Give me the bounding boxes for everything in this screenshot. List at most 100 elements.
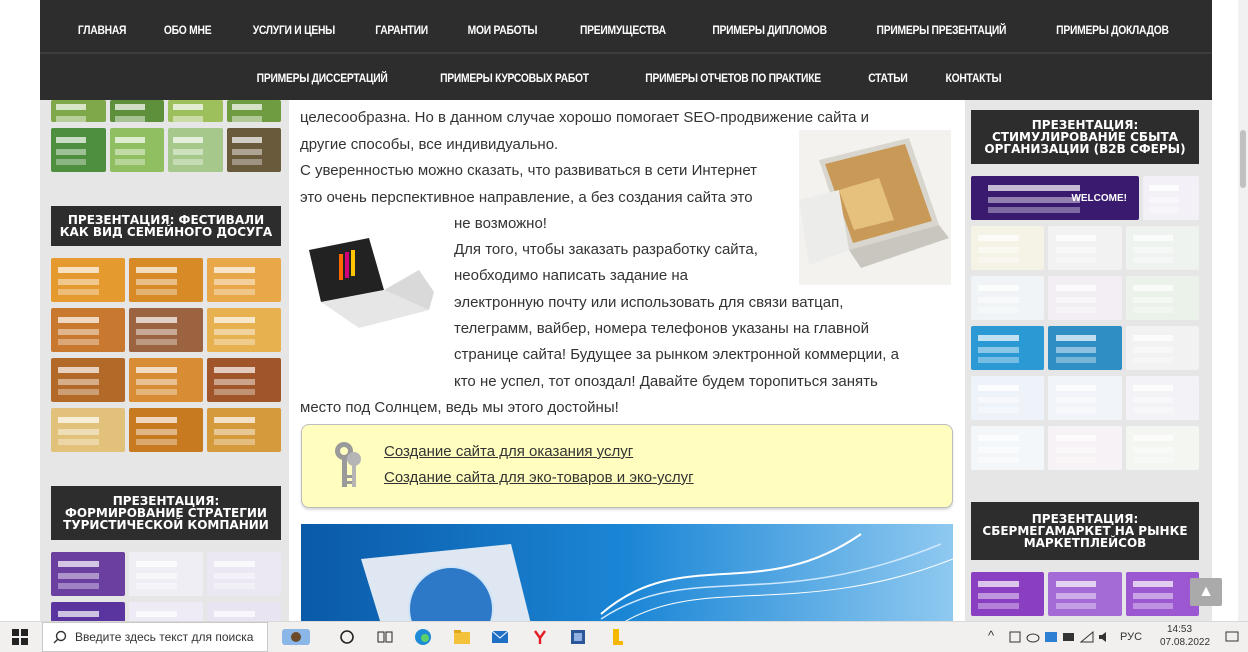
presentation-thumbnail[interactable] bbox=[226, 100, 281, 122]
presentation-thumbnail[interactable] bbox=[1048, 572, 1122, 616]
presentation-thumbnail[interactable] bbox=[109, 100, 164, 122]
presentation-thumbnail[interactable] bbox=[971, 226, 1045, 270]
nav-item-about[interactable]: ОБО МНЕ bbox=[151, 8, 224, 52]
tray-chevron-icon[interactable]: ^ bbox=[988, 628, 994, 643]
presentation-thumbnail[interactable] bbox=[129, 258, 203, 302]
search-placeholder: Введите здесь текст для поиска bbox=[75, 630, 254, 644]
presentation-thumbnail[interactable] bbox=[207, 602, 281, 621]
nav-item-practice-reports[interactable]: ПРИМЕРЫ ОТЧЕТОВ ПО ПРАКТИКЕ bbox=[633, 56, 834, 100]
presentation-thumbnail[interactable] bbox=[207, 258, 281, 302]
presentation-thumbnail[interactable] bbox=[971, 276, 1045, 320]
nav-item-diplomas[interactable]: ПРИМЕРЫ ДИПЛОМОВ bbox=[700, 8, 840, 52]
windows-logo-icon bbox=[12, 629, 28, 645]
presentation-thumbnail[interactable] bbox=[971, 376, 1045, 420]
clock-date[interactable]: 07.08.2022 bbox=[1160, 637, 1210, 648]
presentation-thumbnail[interactable] bbox=[51, 408, 125, 452]
presentation-thumbnail[interactable] bbox=[207, 358, 281, 402]
yandex-browser-icon[interactable] bbox=[530, 627, 550, 647]
presentation-thumbnail[interactable] bbox=[129, 602, 203, 621]
battery-icon[interactable] bbox=[1059, 627, 1079, 647]
nav-item-works[interactable]: МОИ РАБОТЫ bbox=[455, 8, 550, 52]
nav-item-services[interactable]: УСЛУГИ И ЦЕНЫ bbox=[239, 8, 347, 52]
presentation-thumbnail[interactable] bbox=[51, 258, 125, 302]
presentation-thumbnail[interactable] bbox=[129, 358, 203, 402]
presentation-thumbnail[interactable] bbox=[1125, 226, 1199, 270]
file-explorer-icon[interactable] bbox=[452, 627, 472, 647]
presentation-thumbnail[interactable] bbox=[971, 326, 1045, 370]
thumb-row: WELCOME! bbox=[971, 176, 1199, 220]
presentation-thumbnail[interactable] bbox=[226, 128, 281, 172]
scroll-to-top-button[interactable]: ▲ bbox=[1190, 578, 1222, 606]
presentation-thumbnail[interactable] bbox=[129, 408, 203, 452]
nav-item-contacts[interactable]: КОНТАКТЫ bbox=[933, 56, 1015, 100]
page-margin-left bbox=[0, 0, 40, 621]
language-indicator[interactable]: РУС bbox=[1120, 631, 1142, 643]
link-create-site-eco[interactable]: Создание сайта для эко-товаров и эко-усл… bbox=[384, 469, 694, 486]
nav-item-coursework[interactable]: ПРИМЕРЫ КУРСОВЫХ РАБОТ bbox=[427, 56, 601, 100]
presentation-thumbnail[interactable] bbox=[51, 100, 106, 122]
presentation-thumbnail[interactable] bbox=[1048, 226, 1122, 270]
widget-title-sbermegamarket[interactable]: ПРЕЗЕНТАЦИЯ: СБЕРМЕГАМАРКЕТ НА РЫНКЕ МАР… bbox=[971, 502, 1199, 560]
thumb-row bbox=[971, 326, 1199, 370]
volume-icon[interactable] bbox=[1095, 627, 1115, 647]
search-highlight-icon[interactable] bbox=[280, 625, 312, 649]
presentation-thumbnail[interactable] bbox=[1125, 326, 1199, 370]
nav-item-dissertations[interactable]: ПРИМЕРЫ ДИССЕРТАЦИЙ bbox=[244, 56, 401, 100]
nav-item-home[interactable]: ГЛАВНАЯ bbox=[65, 8, 139, 52]
right-sidebar: ПРЕЗЕНТАЦИЯ: СТИМУЛИРОВАНИЕ СБЫТА ОРГАНИ… bbox=[971, 100, 1199, 621]
widget-title-b2b[interactable]: ПРЕЗЕНТАЦИЯ: СТИМУЛИРОВАНИЕ СБЫТА ОРГАНИ… bbox=[971, 110, 1199, 164]
widget-title-tourism-strategy[interactable]: ПРЕЗЕНТАЦИЯ: ФОРМИРОВАНИЕ СТРАТЕГИИ ТУРИ… bbox=[51, 486, 281, 540]
presentation-thumbnail[interactable] bbox=[51, 358, 125, 402]
network-icon[interactable] bbox=[1077, 627, 1097, 647]
taskbar-search-input[interactable]: Введите здесь текст для поиска bbox=[42, 622, 268, 652]
presentation-thumbnail[interactable] bbox=[971, 572, 1045, 616]
presentation-thumbnail[interactable] bbox=[1125, 276, 1199, 320]
article-line: это очень перспективное направление, а б… bbox=[300, 189, 753, 206]
scrollbar-thumb[interactable] bbox=[1240, 130, 1246, 188]
presentation-thumbnail[interactable] bbox=[971, 426, 1045, 470]
windows-start-icon[interactable] bbox=[10, 627, 30, 647]
presentation-thumbnail[interactable] bbox=[109, 128, 164, 172]
presentation-thumbnail[interactable] bbox=[51, 602, 125, 621]
mail-icon[interactable] bbox=[490, 627, 510, 647]
tray-badge-icon[interactable] bbox=[1041, 627, 1061, 647]
nav-item-articles[interactable]: СТАТЬИ bbox=[856, 56, 921, 100]
presentation-thumbnail[interactable] bbox=[1125, 426, 1199, 470]
presentation-thumbnail[interactable] bbox=[168, 128, 223, 172]
presentation-thumbnail[interactable]: WELCOME! bbox=[971, 176, 1139, 220]
presentation-thumbnail[interactable] bbox=[1143, 176, 1199, 220]
pinned-app-icon[interactable] bbox=[607, 627, 627, 647]
scrollbar[interactable] bbox=[1238, 0, 1248, 621]
cloud-icon[interactable] bbox=[1023, 627, 1043, 647]
cortana-icon[interactable] bbox=[337, 627, 357, 647]
presentation-thumbnail[interactable] bbox=[168, 100, 223, 122]
nav-item-advantages[interactable]: ПРЕИМУЩЕСТВА bbox=[567, 8, 679, 52]
presentation-thumbnail[interactable] bbox=[1048, 326, 1122, 370]
edge-browser-icon[interactable] bbox=[413, 627, 433, 647]
presentation-thumbnail[interactable] bbox=[1048, 276, 1122, 320]
presentation-thumbnail[interactable] bbox=[207, 408, 281, 452]
thumb-row bbox=[51, 308, 281, 352]
clock-time[interactable]: 14:53 bbox=[1167, 624, 1192, 635]
presentation-thumbnail[interactable] bbox=[51, 552, 125, 596]
notifications-icon[interactable] bbox=[1222, 627, 1242, 647]
word-icon[interactable] bbox=[568, 627, 588, 647]
tray-app-icon[interactable] bbox=[1005, 627, 1025, 647]
task-view-icon[interactable] bbox=[375, 627, 395, 647]
presentation-thumbnail[interactable] bbox=[207, 308, 281, 352]
nav-item-guarantees[interactable]: ГАРАНТИИ bbox=[363, 8, 441, 52]
presentation-thumbnail[interactable] bbox=[1125, 572, 1199, 616]
presentation-thumbnail[interactable] bbox=[1125, 376, 1199, 420]
presentation-thumbnail[interactable] bbox=[129, 552, 203, 596]
nav-item-presentations[interactable]: ПРИМЕРЫ ПРЕЗЕНТАЦИЙ bbox=[864, 8, 1019, 52]
presentation-thumbnail[interactable] bbox=[207, 552, 281, 596]
laptop-image bbox=[299, 230, 437, 330]
presentation-thumbnail[interactable] bbox=[1048, 376, 1122, 420]
nav-item-reports[interactable]: ПРИМЕРЫ ДОКЛАДОВ bbox=[1043, 8, 1181, 52]
widget-title-festivals[interactable]: ПРЕЗЕНТАЦИЯ: ФЕСТИВАЛИ КАК ВИД СЕМЕЙНОГО… bbox=[51, 206, 281, 246]
presentation-thumbnail[interactable] bbox=[51, 128, 106, 172]
link-create-site-services[interactable]: Создание сайта для оказания услуг bbox=[384, 443, 633, 460]
presentation-thumbnail[interactable] bbox=[129, 308, 203, 352]
presentation-thumbnail[interactable] bbox=[1048, 426, 1122, 470]
presentation-thumbnail[interactable] bbox=[51, 308, 125, 352]
